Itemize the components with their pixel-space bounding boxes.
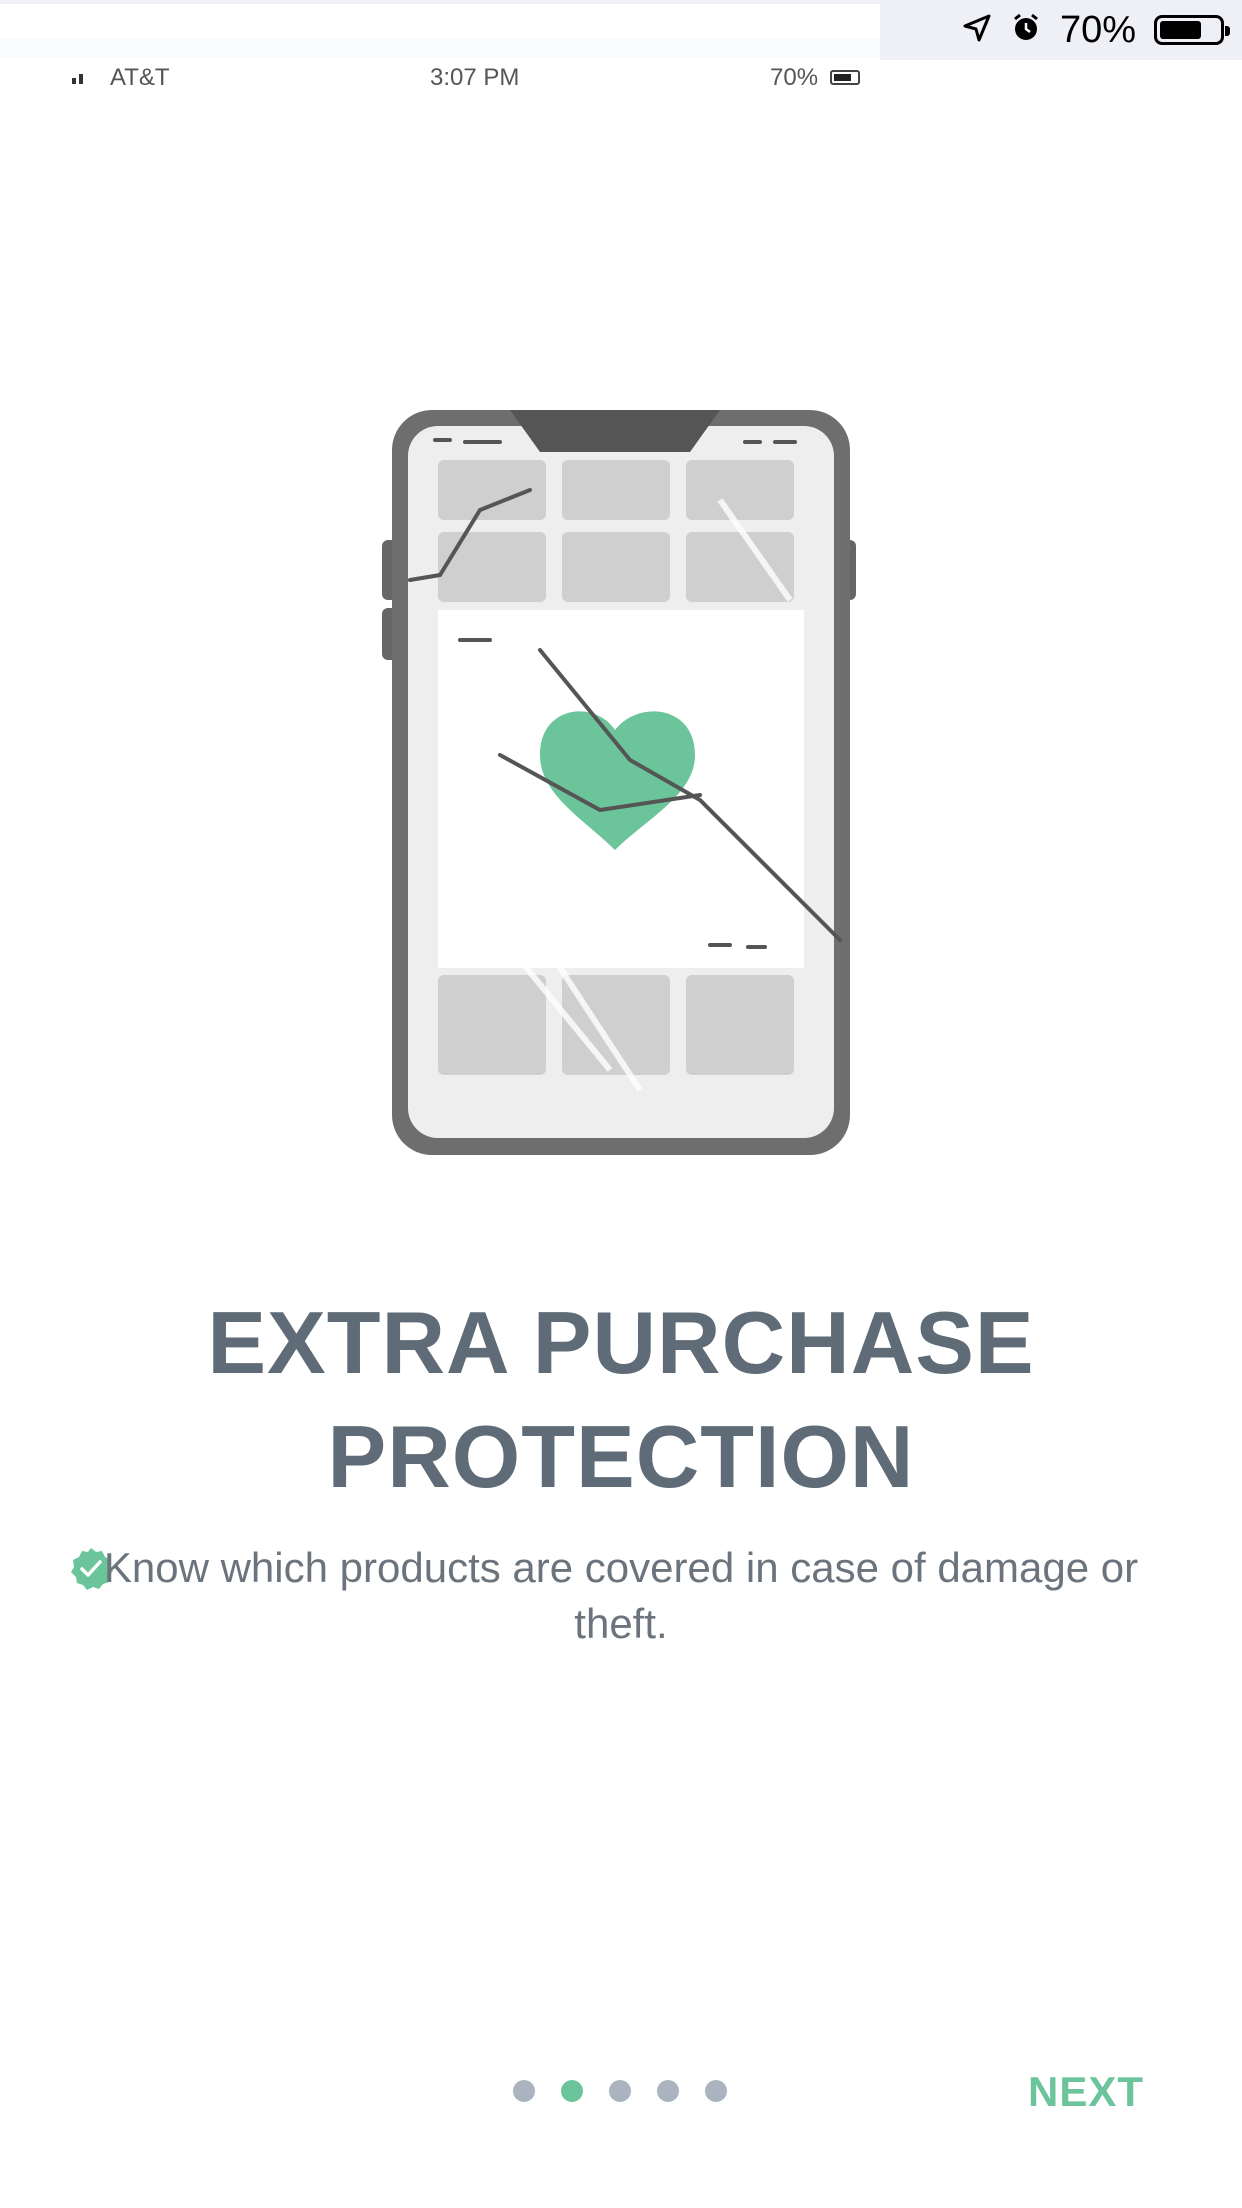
mini-battery-icon (830, 70, 860, 85)
time-label: 3:07 PM (430, 64, 520, 91)
page-dot[interactable] (609, 2080, 631, 2102)
page-dot[interactable] (657, 2080, 679, 2102)
carrier-label: AT&T (110, 64, 170, 91)
onboarding-title-line1: EXTRA PURCHASE (207, 1293, 1035, 1392)
battery-percent: 70% (1059, 8, 1136, 51)
page-dot[interactable] (513, 2080, 535, 2102)
status-bar-right: 70% (962, 8, 1230, 52)
signal-icon (72, 74, 83, 84)
page-indicator[interactable] (513, 2080, 727, 2102)
battery-icon (1154, 15, 1230, 45)
status-bar-mini: AT&T 3:07 PM 70% (0, 58, 880, 98)
mini-battery-percent: 70% (770, 64, 819, 91)
next-button[interactable]: NEXT (1028, 2068, 1144, 2116)
battery-tip (1225, 26, 1230, 36)
page-dot[interactable] (705, 2080, 727, 2102)
location-arrow-icon (962, 13, 992, 48)
page-dot[interactable] (561, 2080, 583, 2102)
onboarding-description: Know which products are covered in case … (103, 1544, 1139, 1647)
onboarding-title-line2: PROTECTION (327, 1407, 915, 1506)
alarm-clock-icon (1010, 12, 1042, 49)
battery-fill (1160, 21, 1201, 39)
status-bar-ghost (0, 24, 880, 58)
broken-phone-heart-illustration (370, 400, 860, 1170)
